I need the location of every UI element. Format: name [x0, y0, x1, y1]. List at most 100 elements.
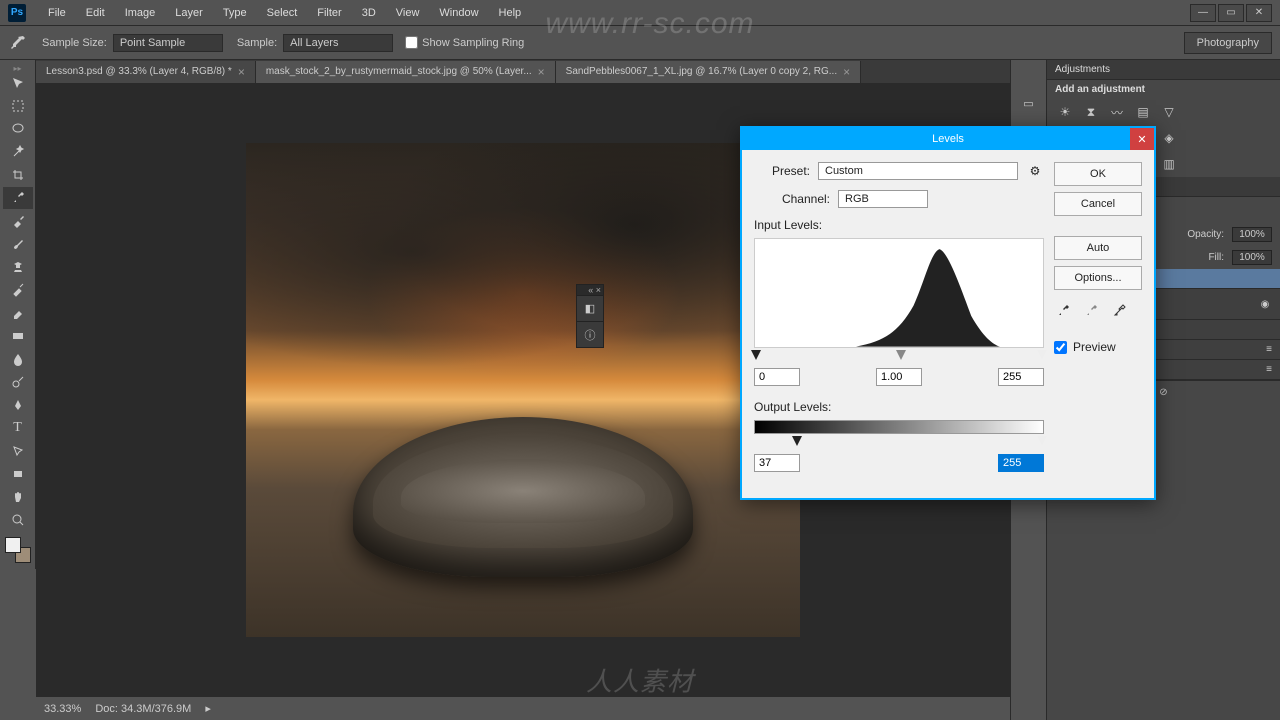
- sample-size-select[interactable]: Point Sample: [113, 34, 223, 52]
- floating-properties-panel[interactable]: « × ◧ ⓘ: [576, 284, 604, 348]
- doc-size-indicator[interactable]: Doc: 34.3M/376.9M: [95, 703, 191, 715]
- output-white-slider[interactable]: [1037, 436, 1047, 446]
- type-tool[interactable]: T: [3, 417, 33, 439]
- ok-button[interactable]: OK: [1054, 162, 1142, 186]
- gray-point-eyedropper-icon[interactable]: [1082, 302, 1100, 320]
- workspace-switcher[interactable]: Photography: [1184, 32, 1272, 54]
- menu-3d[interactable]: 3D: [352, 3, 386, 23]
- document-canvas[interactable]: [246, 143, 800, 637]
- output-slider-track[interactable]: [754, 436, 1044, 448]
- menu-image[interactable]: Image: [115, 3, 166, 23]
- doc-tab-2[interactable]: mask_stock_2_by_rustymermaid_stock.jpg @…: [256, 61, 556, 83]
- vibrance-icon[interactable]: ▽: [1159, 103, 1179, 121]
- histogram[interactable]: [754, 238, 1044, 348]
- menu-select[interactable]: Select: [257, 3, 308, 23]
- doc-tab-label: SandPebbles0067_1_XL.jpg @ 16.7% (Layer …: [566, 66, 837, 77]
- status-arrow-icon[interactable]: ▸: [205, 702, 211, 715]
- gradient-tool[interactable]: [3, 325, 33, 347]
- panel-collapse-icon[interactable]: « ×: [577, 285, 603, 295]
- input-slider-track[interactable]: [754, 350, 1044, 362]
- info-icon[interactable]: ⓘ: [577, 321, 603, 347]
- menu-view[interactable]: View: [386, 3, 430, 23]
- output-black-field[interactable]: [754, 454, 800, 472]
- foreground-color-swatch[interactable]: [5, 537, 21, 553]
- levels-dialog[interactable]: Levels ✕ Preset: Custom ⚙ Channel: RGB I…: [740, 126, 1156, 500]
- history-panel-icon[interactable]: ▭: [1011, 90, 1046, 116]
- dialog-close-button[interactable]: ✕: [1130, 128, 1154, 150]
- eyedropper-tool[interactable]: [3, 187, 33, 209]
- lasso-tool[interactable]: [3, 118, 33, 140]
- rectangle-tool[interactable]: [3, 463, 33, 485]
- input-gamma-field[interactable]: [876, 368, 922, 386]
- show-sampling-ring-checkbox[interactable]: Show Sampling Ring: [405, 36, 524, 49]
- output-white-field[interactable]: [998, 454, 1044, 472]
- menu-layer[interactable]: Layer: [165, 3, 213, 23]
- adjustments-panel-header[interactable]: Adjustments: [1047, 60, 1280, 80]
- black-point-eyedropper-icon[interactable]: [1054, 302, 1072, 320]
- menu-window[interactable]: Window: [429, 3, 488, 23]
- link-layers-icon[interactable]: ⊘: [1159, 387, 1167, 398]
- preview-checkbox[interactable]: Preview: [1054, 340, 1142, 354]
- input-black-slider[interactable]: [751, 350, 761, 360]
- fill-value[interactable]: 100%: [1232, 250, 1272, 265]
- input-black-field[interactable]: [754, 368, 800, 386]
- eraser-tool[interactable]: [3, 302, 33, 324]
- close-window-button[interactable]: ✕: [1246, 4, 1272, 22]
- filter-blend-icon[interactable]: ≡: [1266, 344, 1272, 355]
- preset-select[interactable]: Custom: [818, 162, 1018, 180]
- opacity-value[interactable]: 100%: [1232, 227, 1272, 242]
- hand-tool[interactable]: [3, 486, 33, 508]
- dodge-tool[interactable]: [3, 371, 33, 393]
- input-gamma-slider[interactable]: [896, 350, 906, 360]
- selective-color-icon[interactable]: ▥: [1159, 155, 1179, 173]
- close-icon[interactable]: ×: [238, 65, 245, 79]
- curves-icon[interactable]: 〰: [1107, 103, 1127, 121]
- toolbar-grip[interactable]: ▸▸: [0, 64, 35, 72]
- maximize-button[interactable]: ▭: [1218, 4, 1244, 22]
- menu-file[interactable]: File: [38, 3, 76, 23]
- dialog-titlebar[interactable]: Levels ✕: [742, 128, 1154, 150]
- input-white-slider[interactable]: [1037, 350, 1047, 360]
- history-brush-tool[interactable]: [3, 279, 33, 301]
- smart-object-icon[interactable]: ◉: [1258, 299, 1272, 310]
- menu-edit[interactable]: Edit: [76, 3, 115, 23]
- options-button[interactable]: Options...: [1054, 266, 1142, 290]
- minimize-button[interactable]: —: [1190, 4, 1216, 22]
- output-black-slider[interactable]: [792, 436, 802, 446]
- levels-icon[interactable]: ⧗: [1081, 103, 1101, 121]
- menu-type[interactable]: Type: [213, 3, 257, 23]
- path-selection-tool[interactable]: [3, 440, 33, 462]
- magic-wand-tool[interactable]: [3, 141, 33, 163]
- pen-tool[interactable]: [3, 394, 33, 416]
- marquee-tool[interactable]: [3, 95, 33, 117]
- zoom-level[interactable]: 33.33%: [44, 703, 81, 715]
- sample-select[interactable]: All Layers: [283, 34, 393, 52]
- exposure-icon[interactable]: ▤: [1133, 103, 1153, 121]
- channel-mixer-icon[interactable]: ◈: [1159, 129, 1179, 147]
- preview-input[interactable]: [1054, 341, 1067, 354]
- move-tool[interactable]: [3, 72, 33, 94]
- healing-brush-tool[interactable]: [3, 210, 33, 232]
- properties-icon[interactable]: ◧: [577, 295, 603, 321]
- blur-tool[interactable]: [3, 348, 33, 370]
- doc-tab-1[interactable]: Lesson3.psd @ 33.3% (Layer 4, RGB/8) * ×: [36, 61, 256, 83]
- filter-blend-icon[interactable]: ≡: [1266, 364, 1272, 375]
- menu-filter[interactable]: Filter: [307, 3, 351, 23]
- brush-tool[interactable]: [3, 233, 33, 255]
- cancel-button[interactable]: Cancel: [1054, 192, 1142, 216]
- show-ring-input[interactable]: [405, 36, 418, 49]
- close-icon[interactable]: ×: [538, 65, 545, 79]
- close-icon[interactable]: ×: [843, 65, 850, 79]
- white-point-eyedropper-icon[interactable]: [1110, 302, 1128, 320]
- color-swatches[interactable]: [5, 537, 31, 563]
- clone-stamp-tool[interactable]: [3, 256, 33, 278]
- preset-menu-icon[interactable]: ⚙: [1026, 162, 1044, 180]
- menu-help[interactable]: Help: [489, 3, 532, 23]
- brightness-contrast-icon[interactable]: ☀: [1055, 103, 1075, 121]
- doc-tab-3[interactable]: SandPebbles0067_1_XL.jpg @ 16.7% (Layer …: [556, 61, 861, 83]
- auto-button[interactable]: Auto: [1054, 236, 1142, 260]
- channel-select[interactable]: RGB: [838, 190, 928, 208]
- input-white-field[interactable]: [998, 368, 1044, 386]
- crop-tool[interactable]: [3, 164, 33, 186]
- zoom-tool[interactable]: [3, 509, 33, 531]
